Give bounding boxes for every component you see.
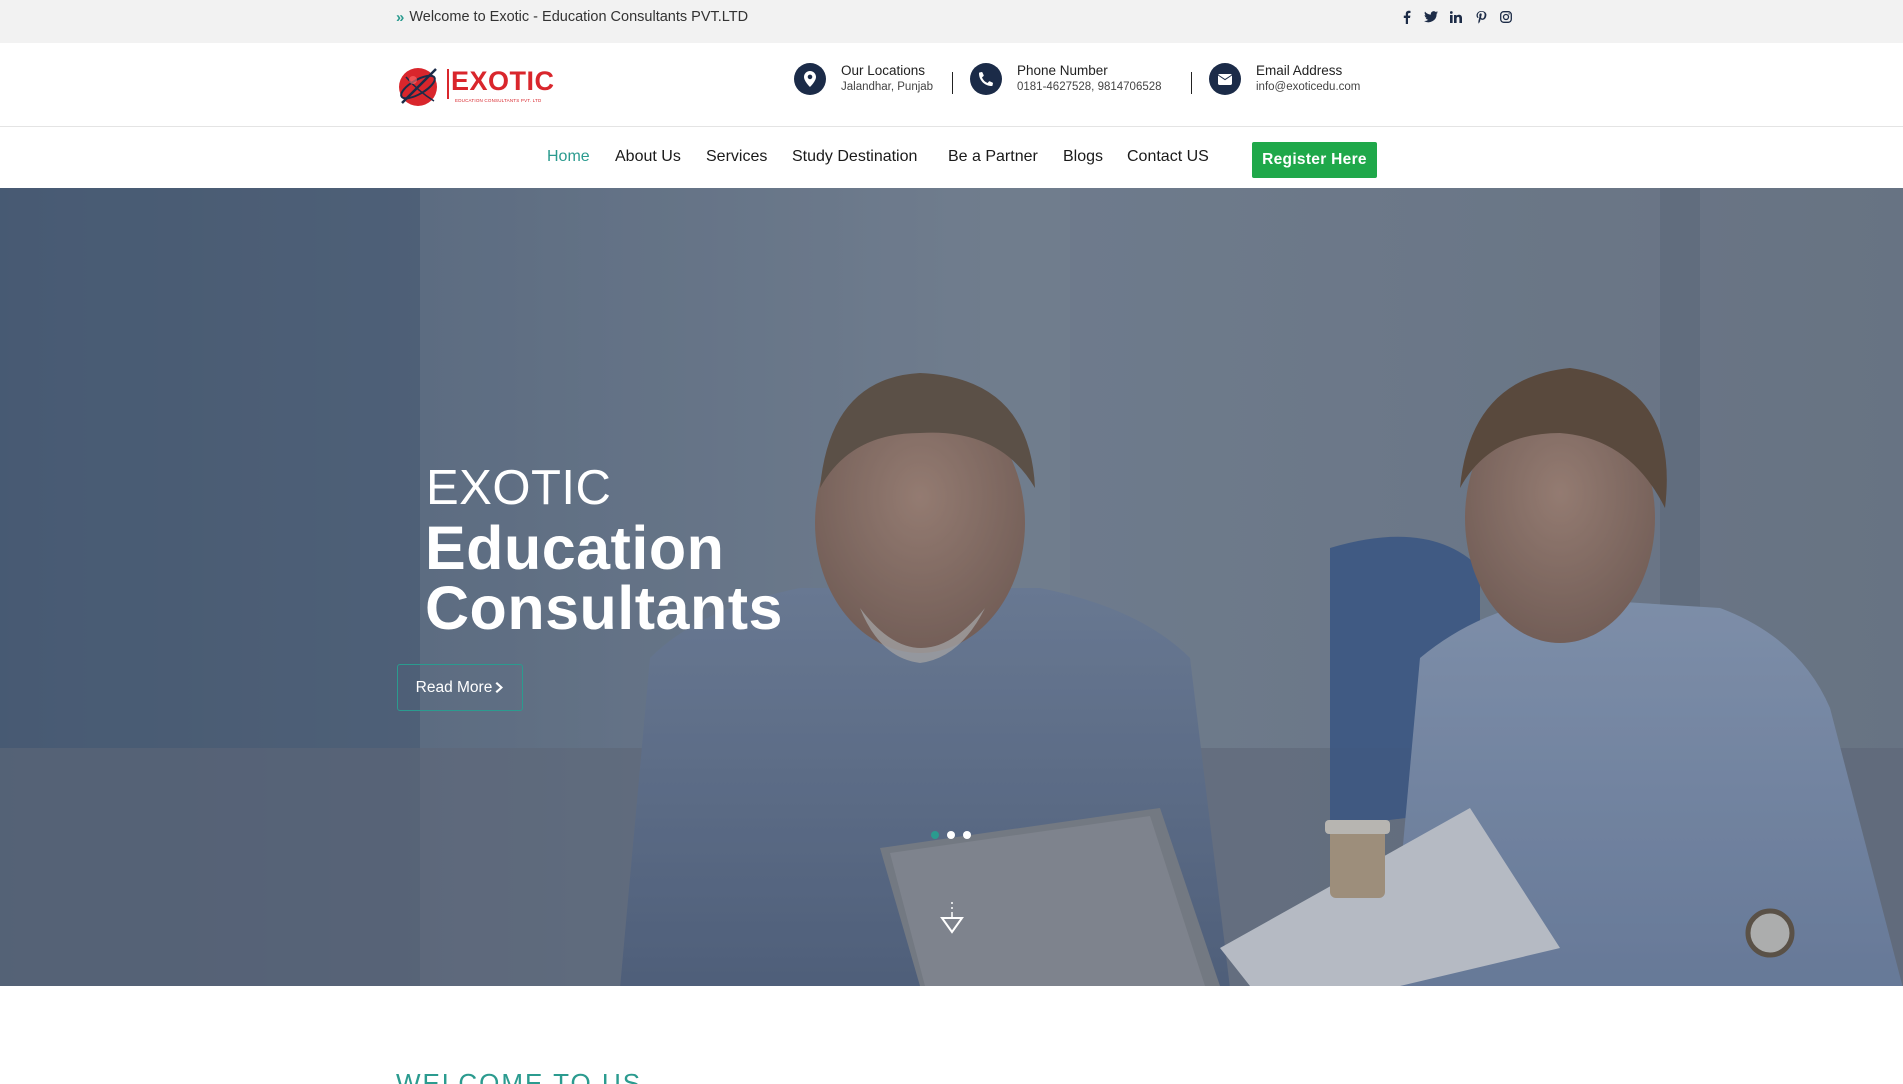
linkedin-icon[interactable]: [1448, 9, 1464, 25]
phone-icon: [970, 63, 1002, 95]
hero-title-line-1: Education: [425, 514, 725, 582]
nav-contact-us[interactable]: Contact US: [1127, 148, 1209, 166]
read-more-button[interactable]: Read More: [397, 664, 523, 711]
exotic-logo[interactable]: EXOTIC EDUCATION CONSULTANTS PVT. LTD: [396, 61, 560, 109]
site-header: EXOTIC EDUCATION CONSULTANTS PVT. LTD Ou…: [0, 43, 1903, 127]
globe-logo-icon: [399, 68, 437, 106]
slide-dot-3[interactable]: [963, 831, 971, 839]
hero-title: Education Consultants: [425, 514, 783, 642]
welcome-text: Welcome to Exotic - Education Consultant…: [409, 9, 749, 25]
envelope-icon: [1209, 63, 1241, 95]
nav-services[interactable]: Services: [706, 148, 767, 166]
top-bar: » Welcome to Exotic - Education Consulta…: [0, 0, 1903, 43]
logo-divider: [447, 69, 449, 99]
double-chevron-right-icon: »: [396, 8, 404, 26]
instagram-icon[interactable]: [1498, 9, 1514, 25]
map-pin-icon: [794, 63, 826, 95]
pinterest-icon[interactable]: [1473, 9, 1489, 25]
scroll-down-icon[interactable]: [940, 900, 964, 936]
email-info: Email Address info@exoticedu.com: [1209, 63, 1360, 95]
hero-slider: EXOTIC Education Consultants Read More: [0, 188, 1903, 986]
welcome-strip: » Welcome to Exotic - Education Consulta…: [396, 7, 748, 27]
location-value: Jalandhar, Punjab: [841, 81, 934, 93]
phone-info: Phone Number 0181-4627528, 9814706528: [970, 63, 1162, 95]
hero-title-line-2: Consultants: [425, 574, 783, 642]
email-value[interactable]: info@exoticedu.com: [1256, 79, 1360, 95]
slider-pagination: [931, 831, 971, 839]
logo-text: EXOTIC: [451, 66, 555, 96]
read-more-label: Read More: [415, 678, 493, 696]
nav-study-destination[interactable]: Study Destination: [792, 148, 917, 166]
divider: [1191, 72, 1192, 94]
email-title: Email Address: [1256, 63, 1343, 78]
chevron-right-icon: [495, 682, 504, 693]
twitter-icon[interactable]: [1423, 9, 1439, 25]
divider: [952, 72, 953, 94]
phone-value[interactable]: 0181-4627528, 9814706528: [1017, 79, 1162, 95]
register-button[interactable]: Register Here: [1252, 142, 1377, 178]
section-heading: WELCOME TO US: [396, 1068, 643, 1084]
slide-dot-1[interactable]: [931, 831, 939, 839]
slide-dot-2[interactable]: [947, 831, 955, 839]
facebook-icon[interactable]: [1398, 9, 1414, 25]
nav-about-us[interactable]: About Us: [615, 148, 681, 166]
hero-subtitle: EXOTIC: [426, 461, 612, 515]
main-nav: Home About Us Services Study Destination…: [0, 128, 1903, 188]
location-title: Our Locations: [841, 63, 926, 78]
nav-blogs[interactable]: Blogs: [1063, 148, 1103, 166]
nav-home[interactable]: Home: [547, 148, 590, 166]
logo-tagline: EDUCATION CONSULTANTS PVT. LTD: [455, 98, 542, 103]
hero-overlay: [0, 188, 1903, 986]
nav-be-a-partner[interactable]: Be a Partner: [948, 148, 1038, 166]
location-info: Our Locations Jalandhar, Punjab: [794, 63, 933, 95]
phone-title: Phone Number: [1017, 63, 1108, 78]
social-links: [1398, 9, 1514, 25]
